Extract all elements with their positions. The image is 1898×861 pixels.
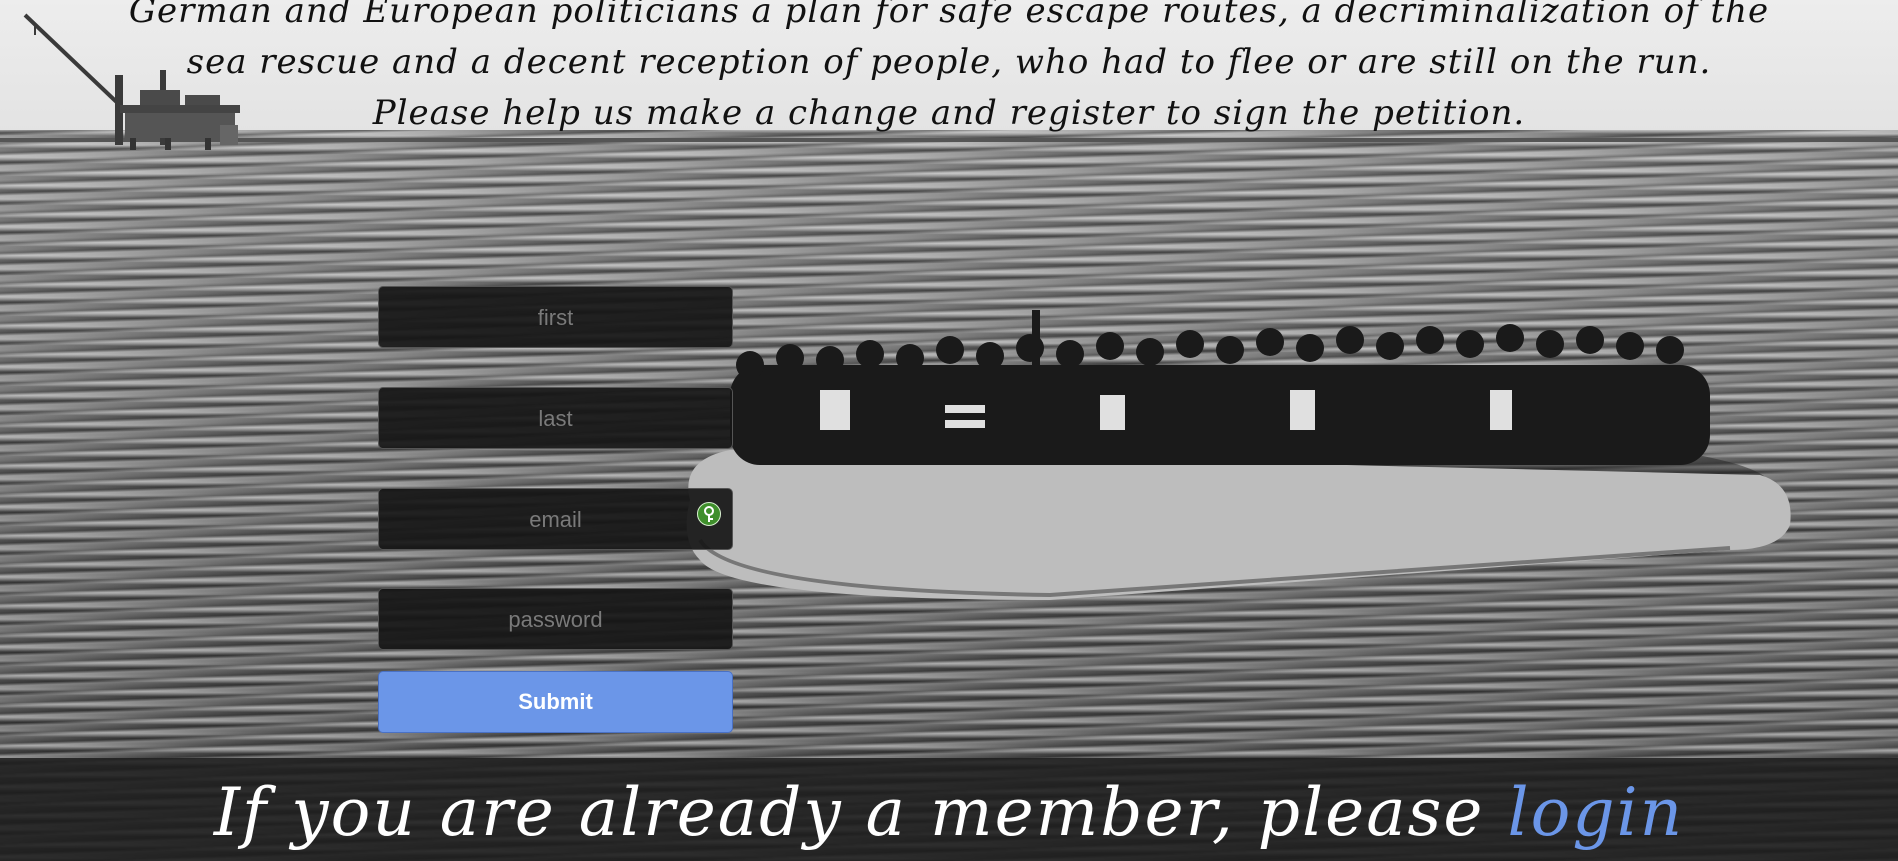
boat-image [686,310,1791,600]
first-name-input[interactable]: first [378,286,733,348]
submit-button[interactable]: Submit [378,671,733,733]
petition-line: sea rescue and a decent reception of peo… [186,42,1712,82]
login-link[interactable]: login [1507,774,1684,851]
password-manager-icon[interactable] [697,502,721,526]
page: German and European politicians a plan f… [0,0,1898,861]
member-prompt-text: If you are already a member, please [213,774,1485,851]
password-input[interactable]: password [378,588,733,650]
petition-description: German and European politicians a plan f… [0,0,1898,139]
petition-line: Please help us make a change and registe… [372,93,1526,133]
email-input[interactable]: email [378,488,733,550]
petition-line: German and European politicians a plan f… [128,0,1770,31]
member-login-prompt: If you are already a member, please logi… [0,768,1898,858]
last-name-input[interactable]: last [378,387,733,449]
